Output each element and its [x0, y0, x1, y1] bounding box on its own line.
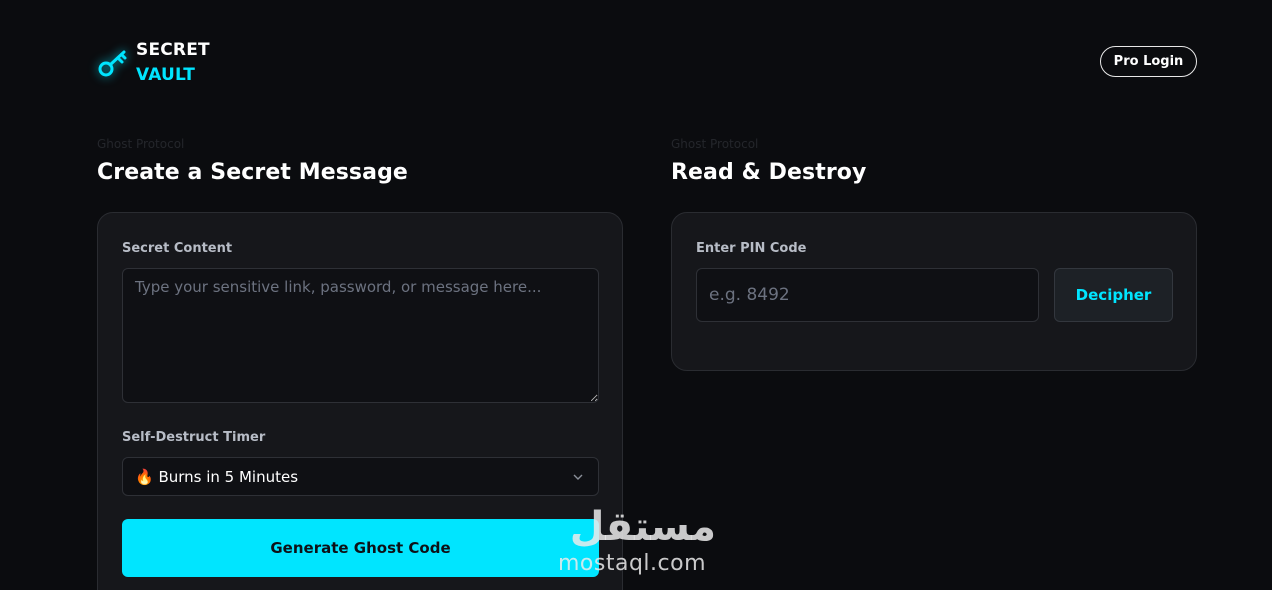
decipher-button[interactable]: Decipher: [1054, 268, 1173, 322]
brand-logo[interactable]: SECRET VAULT: [97, 38, 210, 88]
key-icon: [98, 50, 127, 77]
pin-code-input[interactable]: [696, 268, 1039, 322]
timer-select[interactable]: 🔥 Burns in 5 Minutes: [122, 457, 599, 496]
pro-login-button[interactable]: Pro Login: [1100, 46, 1197, 77]
brand-name: SECRET VAULT: [136, 38, 210, 88]
secret-content-label: Secret Content: [122, 241, 233, 256]
create-card: Secret Content Self-Destruct Timer 🔥 Bur…: [97, 212, 623, 590]
page: SECRET VAULT Pro Login Ghost Protocol Cr…: [0, 0, 1272, 590]
pin-code-label: Enter PIN Code: [696, 241, 807, 256]
brand-line1: SECRET: [136, 40, 210, 60]
timer-label: Self-Destruct Timer: [122, 430, 266, 445]
read-eyebrow: Ghost Protocol: [671, 137, 759, 151]
read-title: Read & Destroy: [671, 160, 867, 185]
timer-selected-value: 🔥 Burns in 5 Minutes: [135, 467, 299, 486]
chevron-down-icon: [573, 474, 583, 480]
read-card: Enter PIN Code Decipher: [671, 212, 1197, 371]
brand-line2: VAULT: [136, 65, 196, 85]
secret-content-input[interactable]: [122, 268, 599, 403]
create-eyebrow: Ghost Protocol: [97, 137, 185, 151]
create-title: Create a Secret Message: [97, 160, 408, 185]
generate-ghost-code-button[interactable]: Generate Ghost Code: [122, 519, 599, 577]
